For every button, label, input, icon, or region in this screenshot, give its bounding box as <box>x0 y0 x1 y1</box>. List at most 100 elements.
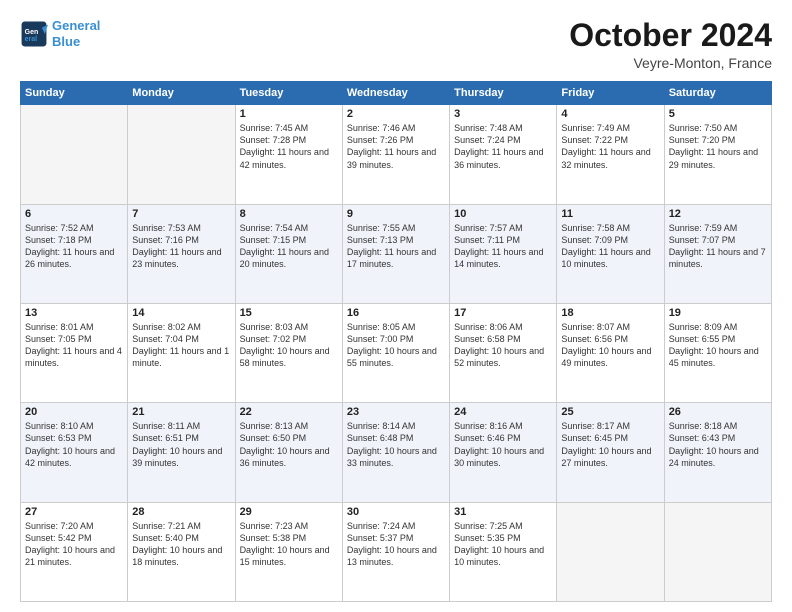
calendar-cell: 25 Sunrise: 8:17 AM Sunset: 6:45 PM Dayli… <box>557 403 664 502</box>
calendar-cell: 4 Sunrise: 7:49 AM Sunset: 7:22 PM Daylig… <box>557 105 664 204</box>
day-info: Sunrise: 7:52 AM Sunset: 7:18 PM Dayligh… <box>25 222 123 271</box>
weekday-header-saturday: Saturday <box>664 82 771 105</box>
calendar: SundayMondayTuesdayWednesdayThursdayFrid… <box>20 81 772 602</box>
header: Gen eral General Blue October 2024 Veyre… <box>20 18 772 71</box>
day-number: 24 <box>454 406 552 418</box>
calendar-cell: 20 Sunrise: 8:10 AM Sunset: 6:53 PM Dayli… <box>21 403 128 502</box>
day-info: Sunrise: 7:58 AM Sunset: 7:09 PM Dayligh… <box>561 222 659 271</box>
day-number: 11 <box>561 208 659 220</box>
day-number: 25 <box>561 406 659 418</box>
calendar-cell <box>21 105 128 204</box>
weekday-header-tuesday: Tuesday <box>235 82 342 105</box>
day-info: Sunrise: 8:11 AM Sunset: 6:51 PM Dayligh… <box>132 420 230 469</box>
day-info: Sunrise: 8:10 AM Sunset: 6:53 PM Dayligh… <box>25 420 123 469</box>
day-info: Sunrise: 8:01 AM Sunset: 7:05 PM Dayligh… <box>25 321 123 370</box>
day-number: 4 <box>561 108 659 120</box>
calendar-cell: 31 Sunrise: 7:25 AM Sunset: 5:35 PM Dayli… <box>450 502 557 601</box>
calendar-cell: 6 Sunrise: 7:52 AM Sunset: 7:18 PM Daylig… <box>21 204 128 303</box>
calendar-cell: 26 Sunrise: 8:18 AM Sunset: 6:43 PM Dayli… <box>664 403 771 502</box>
day-number: 30 <box>347 506 445 518</box>
calendar-cell: 19 Sunrise: 8:09 AM Sunset: 6:55 PM Dayli… <box>664 303 771 402</box>
day-number: 5 <box>669 108 767 120</box>
calendar-cell: 3 Sunrise: 7:48 AM Sunset: 7:24 PM Daylig… <box>450 105 557 204</box>
day-number: 23 <box>347 406 445 418</box>
day-number: 20 <box>25 406 123 418</box>
day-info: Sunrise: 7:45 AM Sunset: 7:28 PM Dayligh… <box>240 122 338 171</box>
day-number: 31 <box>454 506 552 518</box>
calendar-cell: 18 Sunrise: 8:07 AM Sunset: 6:56 PM Dayli… <box>557 303 664 402</box>
calendar-cell: 13 Sunrise: 8:01 AM Sunset: 7:05 PM Dayli… <box>21 303 128 402</box>
calendar-cell <box>128 105 235 204</box>
calendar-cell: 12 Sunrise: 7:59 AM Sunset: 7:07 PM Dayli… <box>664 204 771 303</box>
day-info: Sunrise: 7:54 AM Sunset: 7:15 PM Dayligh… <box>240 222 338 271</box>
svg-text:Gen: Gen <box>25 29 39 36</box>
day-info: Sunrise: 7:48 AM Sunset: 7:24 PM Dayligh… <box>454 122 552 171</box>
day-number: 28 <box>132 506 230 518</box>
calendar-cell: 14 Sunrise: 8:02 AM Sunset: 7:04 PM Dayli… <box>128 303 235 402</box>
day-info: Sunrise: 8:09 AM Sunset: 6:55 PM Dayligh… <box>669 321 767 370</box>
calendar-cell <box>664 502 771 601</box>
calendar-cell: 16 Sunrise: 8:05 AM Sunset: 7:00 PM Dayli… <box>342 303 449 402</box>
day-number: 26 <box>669 406 767 418</box>
day-info: Sunrise: 7:49 AM Sunset: 7:22 PM Dayligh… <box>561 122 659 171</box>
calendar-cell: 7 Sunrise: 7:53 AM Sunset: 7:16 PM Daylig… <box>128 204 235 303</box>
weekday-header-wednesday: Wednesday <box>342 82 449 105</box>
day-number: 7 <box>132 208 230 220</box>
day-info: Sunrise: 7:24 AM Sunset: 5:37 PM Dayligh… <box>347 520 445 569</box>
day-info: Sunrise: 7:21 AM Sunset: 5:40 PM Dayligh… <box>132 520 230 569</box>
day-info: Sunrise: 7:23 AM Sunset: 5:38 PM Dayligh… <box>240 520 338 569</box>
page: Gen eral General Blue October 2024 Veyre… <box>0 0 792 612</box>
weekday-header-monday: Monday <box>128 82 235 105</box>
calendar-cell: 21Sunrise: 8:11 AM Sunset: 6:51 PM Dayli… <box>128 403 235 502</box>
calendar-cell: 5 Sunrise: 7:50 AM Sunset: 7:20 PM Daylig… <box>664 105 771 204</box>
day-number: 13 <box>25 307 123 319</box>
day-number: 1 <box>240 108 338 120</box>
calendar-cell: 9 Sunrise: 7:55 AM Sunset: 7:13 PM Daylig… <box>342 204 449 303</box>
day-info: Sunrise: 8:02 AM Sunset: 7:04 PM Dayligh… <box>132 321 230 370</box>
day-info: Sunrise: 8:07 AM Sunset: 6:56 PM Dayligh… <box>561 321 659 370</box>
day-number: 6 <box>25 208 123 220</box>
day-number: 18 <box>561 307 659 319</box>
calendar-cell: 10 Sunrise: 7:57 AM Sunset: 7:11 PM Dayli… <box>450 204 557 303</box>
calendar-cell <box>557 502 664 601</box>
day-info: Sunrise: 8:14 AM Sunset: 6:48 PM Dayligh… <box>347 420 445 469</box>
day-info: Sunrise: 7:20 AM Sunset: 5:42 PM Dayligh… <box>25 520 123 569</box>
calendar-cell: 15Sunrise: 8:03 AM Sunset: 7:02 PM Dayli… <box>235 303 342 402</box>
calendar-cell: 27Sunrise: 7:20 AM Sunset: 5:42 PM Dayli… <box>21 502 128 601</box>
calendar-cell: 2Sunrise: 7:46 AM Sunset: 7:26 PM Daylig… <box>342 105 449 204</box>
calendar-cell: 23 Sunrise: 8:14 AM Sunset: 6:48 PM Dayli… <box>342 403 449 502</box>
day-info: Sunrise: 8:18 AM Sunset: 6:43 PM Dayligh… <box>669 420 767 469</box>
day-number: 8 <box>240 208 338 220</box>
day-info: Sunrise: 7:59 AM Sunset: 7:07 PM Dayligh… <box>669 222 767 271</box>
day-info: Sunrise: 7:53 AM Sunset: 7:16 PM Dayligh… <box>132 222 230 271</box>
logo-icon: Gen eral <box>20 20 48 48</box>
day-info: Sunrise: 8:17 AM Sunset: 6:45 PM Dayligh… <box>561 420 659 469</box>
day-info: Sunrise: 8:13 AM Sunset: 6:50 PM Dayligh… <box>240 420 338 469</box>
calendar-cell: 29Sunrise: 7:23 AM Sunset: 5:38 PM Dayli… <box>235 502 342 601</box>
day-info: Sunrise: 7:50 AM Sunset: 7:20 PM Dayligh… <box>669 122 767 171</box>
calendar-cell: 22 Sunrise: 8:13 AM Sunset: 6:50 PM Dayli… <box>235 403 342 502</box>
day-number: 9 <box>347 208 445 220</box>
day-info: Sunrise: 7:55 AM Sunset: 7:13 PM Dayligh… <box>347 222 445 271</box>
logo-text: General Blue <box>52 18 100 49</box>
day-number: 3 <box>454 108 552 120</box>
day-number: 14 <box>132 307 230 319</box>
day-number: 2 <box>347 108 445 120</box>
day-number: 17 <box>454 307 552 319</box>
day-number: 22 <box>240 406 338 418</box>
title-block: October 2024 Veyre-Monton, France <box>569 18 772 71</box>
weekday-header-friday: Friday <box>557 82 664 105</box>
day-number: 19 <box>669 307 767 319</box>
day-number: 10 <box>454 208 552 220</box>
day-number: 12 <box>669 208 767 220</box>
day-info: Sunrise: 7:25 AM Sunset: 5:35 PM Dayligh… <box>454 520 552 569</box>
day-info: Sunrise: 8:03 AM Sunset: 7:02 PM Dayligh… <box>240 321 338 370</box>
day-info: Sunrise: 7:57 AM Sunset: 7:11 PM Dayligh… <box>454 222 552 271</box>
calendar-cell: 30 Sunrise: 7:24 AM Sunset: 5:37 PM Dayli… <box>342 502 449 601</box>
day-number: 16 <box>347 307 445 319</box>
day-info: Sunrise: 8:16 AM Sunset: 6:46 PM Dayligh… <box>454 420 552 469</box>
logo: Gen eral General Blue <box>20 18 100 49</box>
svg-text:eral: eral <box>25 36 38 43</box>
day-info: Sunrise: 8:05 AM Sunset: 7:00 PM Dayligh… <box>347 321 445 370</box>
calendar-cell: 8 Sunrise: 7:54 AM Sunset: 7:15 PM Daylig… <box>235 204 342 303</box>
